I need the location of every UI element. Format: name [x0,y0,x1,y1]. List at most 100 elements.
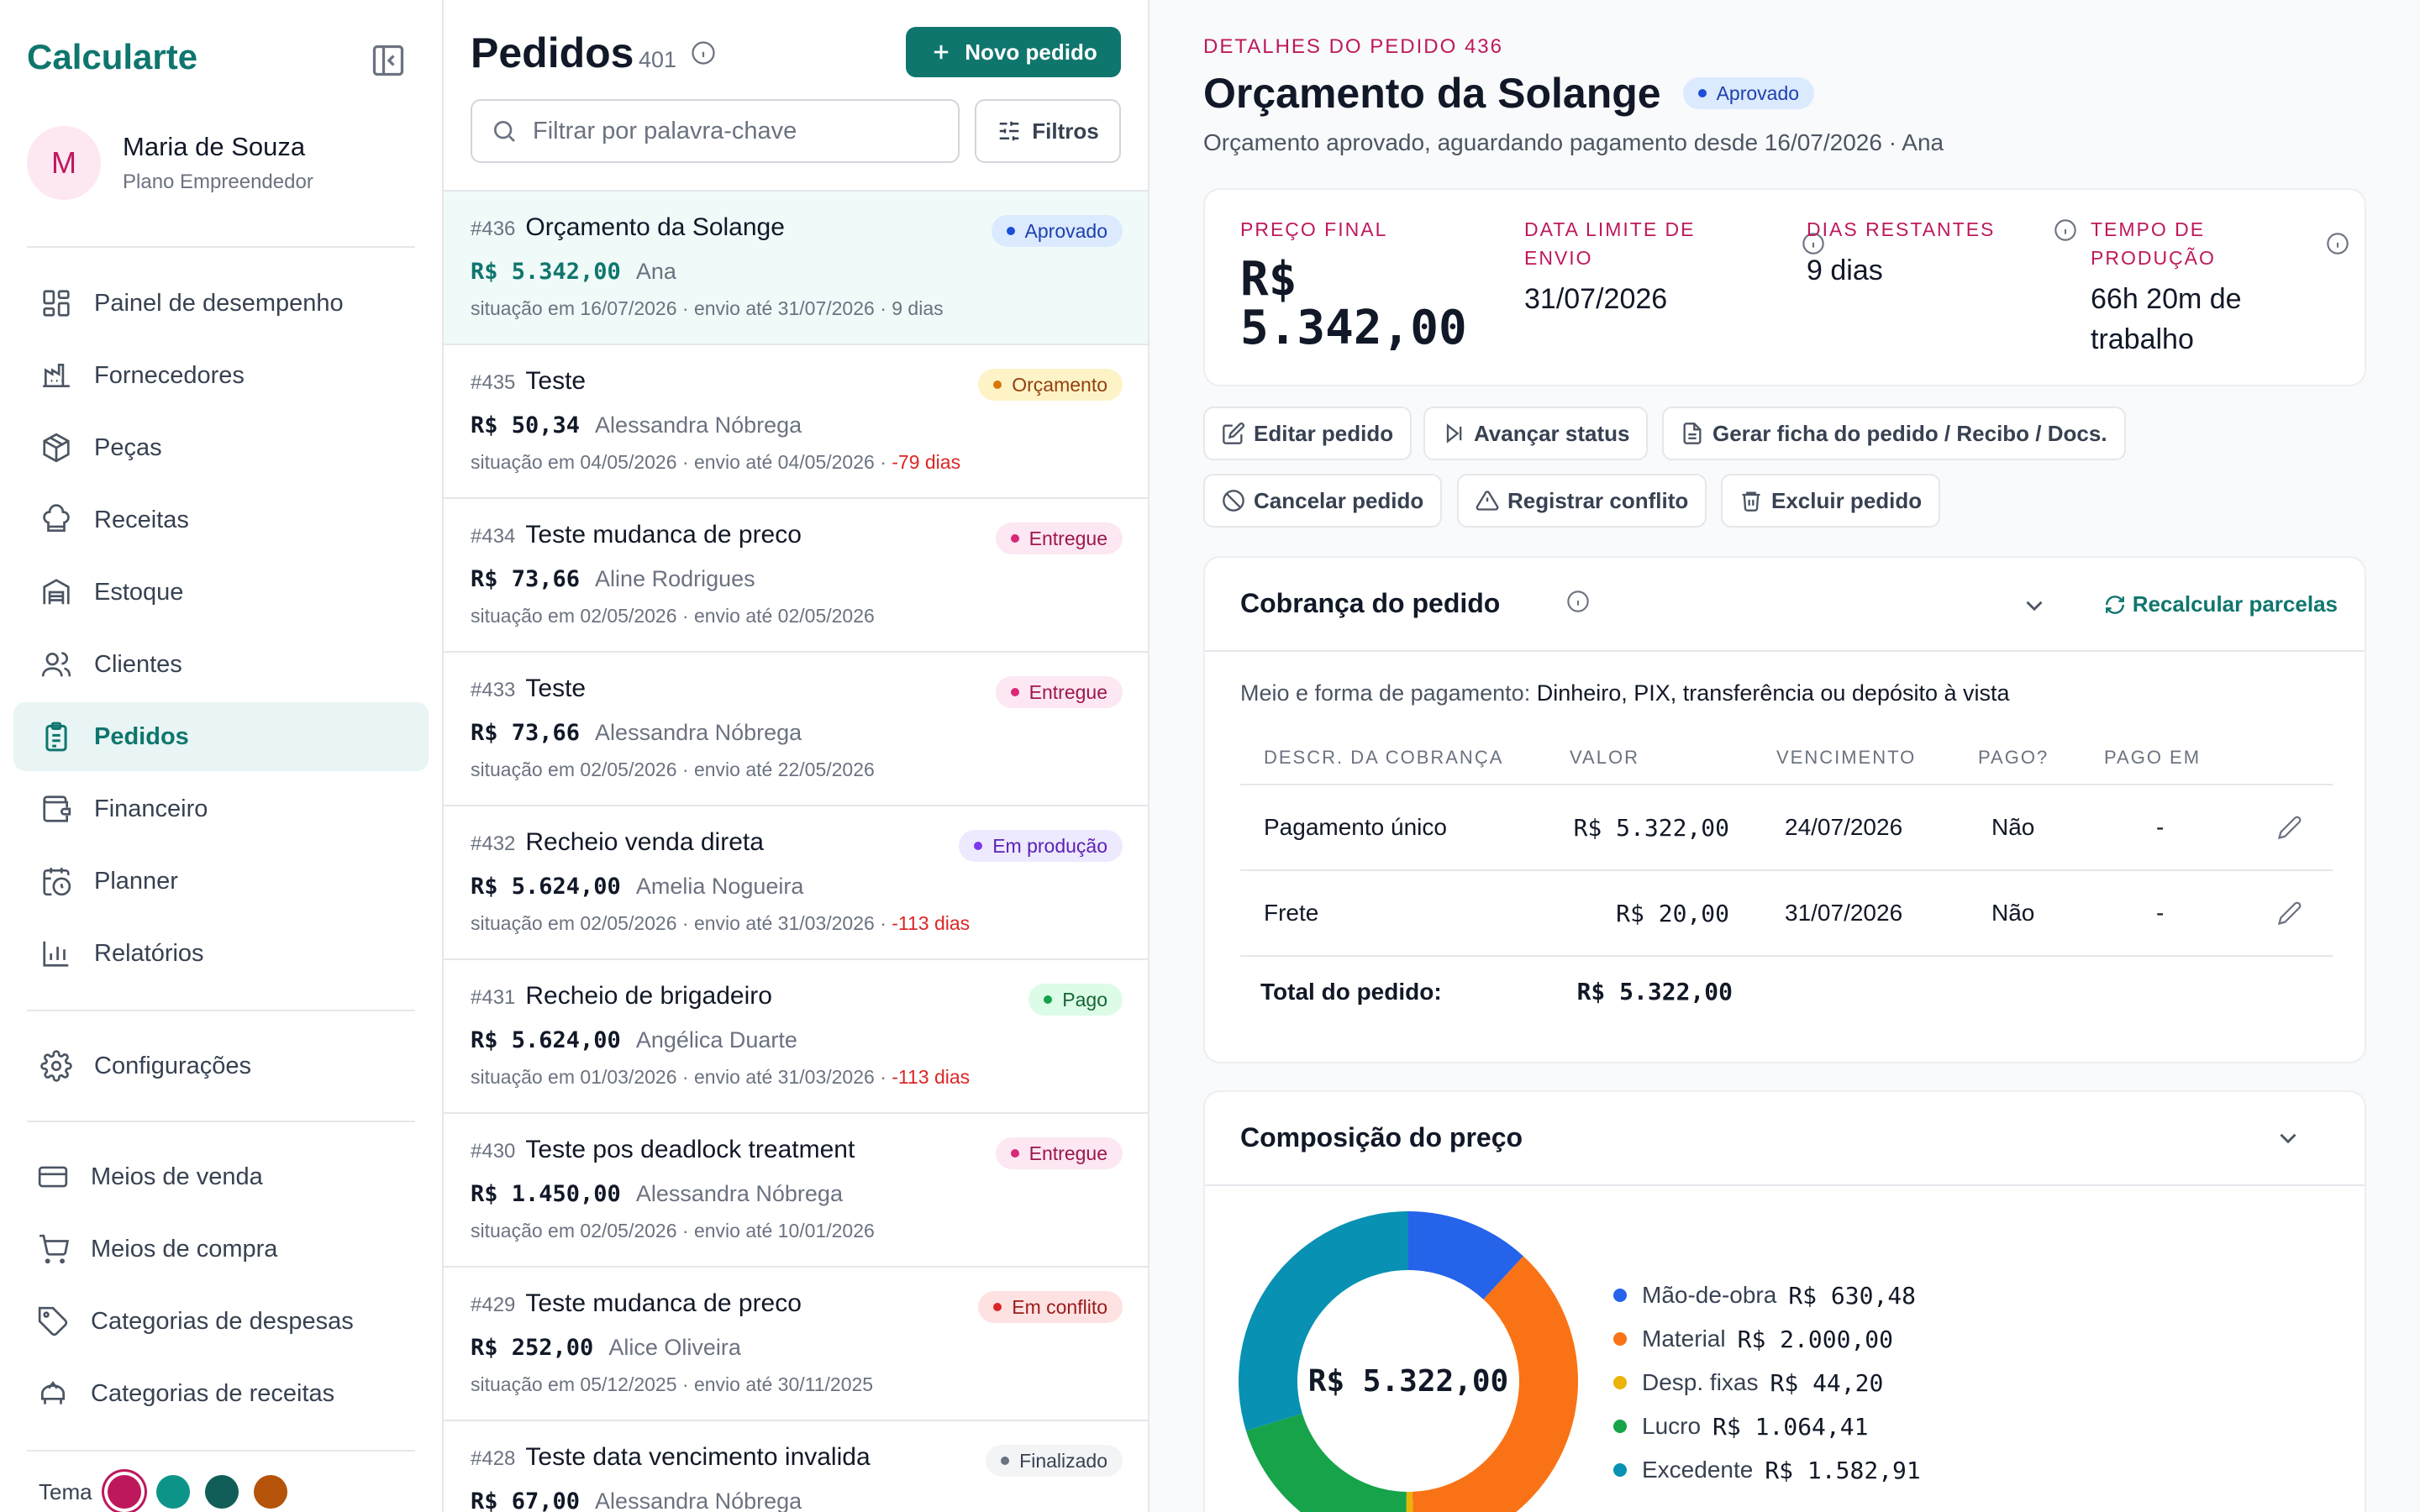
order-number: #434 [471,525,516,548]
generate-docs-button[interactable]: Gerar ficha do pedido / Recibo / Docs. [1662,407,2126,460]
order-client: Alessandra Nóbrega [595,720,802,745]
sidebar-item-categorias-receitas[interactable]: Categorias de receitas [13,1359,429,1428]
edit-icon [1223,423,1244,444]
sidebar-item-clientes[interactable]: Clientes [13,630,429,699]
legend-swatch [1613,1289,1627,1302]
order-meta: situação em 02/05/2026 · envio até 31/03… [471,912,970,935]
delete-order-button[interactable]: Excluir pedido [1721,474,1941,528]
order-price-row: R$ 73,66 Alessandra Nóbrega [471,720,802,746]
divider [27,246,415,248]
metric-label: DIAS RESTANTES [1807,215,1995,244]
sidebar-item-receitas[interactable]: Receitas [13,486,429,554]
order-title: Recheio de brigadeiro [525,982,772,1010]
chevron-down-icon[interactable] [2274,1124,2302,1152]
cancel-order-button[interactable]: Cancelar pedido [1203,474,1443,528]
clipboard-list-icon [45,722,67,752]
section-title: Composição do preço [1240,1122,1523,1152]
order-title: Orçamento da Solange [1203,70,1661,117]
order-list-item[interactable]: #432 Recheio venda direta Em produção R$ 5.… [444,806,1148,960]
sidebar-item-painel[interactable]: Painel de desempenho [13,269,429,338]
sidebar-item-pedidos[interactable]: Pedidos [13,702,429,771]
sidebar-item-estoque[interactable]: Estoque [13,558,429,627]
new-order-button[interactable]: Novo pedido [906,27,1121,77]
filters-label: Filtros [1032,118,1099,144]
sidebar-item-categorias-despesas[interactable]: Categorias de despesas [13,1287,429,1356]
legend-label: Material [1642,1326,1726,1352]
advance-status-button[interactable]: Avançar status [1423,407,1649,460]
plus-icon [934,45,949,60]
order-client: Angélica Duarte [635,1027,797,1053]
brand-logo[interactable]: Calcularte [27,37,197,77]
status-label: Aprovado [1716,81,1800,104]
status-badge: Em produção [959,830,1123,862]
recalculate-installments-button[interactable]: Recalcular parcelas [2104,591,2338,617]
sidebar-item-pecas[interactable]: Peças [13,413,429,482]
order-meta: situação em 16/07/2026 · envio até 31/07… [471,297,944,320]
cell-paid: Não [1954,870,2081,957]
sidebar-item-relatorios[interactable]: Relatórios [13,919,429,988]
search-input[interactable] [533,117,936,145]
column-header: DESCR. DA COBRANÇA [1240,731,1546,785]
info-icon[interactable] [2326,232,2349,255]
status-badge: Entregue [995,676,1123,708]
chevron-down-icon[interactable] [2020,591,2049,620]
theme-swatch-dark-teal[interactable] [204,1475,239,1509]
status-dot [1044,995,1053,1004]
order-list-item[interactable]: #436 Orçamento da Solange Aprovado R$ 5.342… [444,192,1148,345]
billing-header[interactable]: Cobrança do pedido Recalcular parcelas [1205,558,2365,652]
search-box[interactable] [471,99,960,163]
order-list-item[interactable]: #428 Teste data vencimento invalida Finali… [444,1421,1148,1512]
collapse-sidebar-icon[interactable] [370,42,407,79]
theme-swatch-teal[interactable] [155,1475,190,1509]
order-list-item[interactable]: #434 Teste mudanca de preco Entregue R$ 73,… [444,499,1148,653]
final-price-currency: R$ [1240,252,1297,307]
order-client: Amelia Nogueira [635,874,804,899]
sidebar-item-fornecedores[interactable]: Fornecedores [13,341,429,410]
donut-center-total: R$ 5.322,00 [1307,1363,1509,1399]
theme-swatch-pink[interactable] [107,1475,141,1509]
sidebar-item-planner[interactable]: Planner [13,847,429,916]
status-label: Pago [1062,988,1107,1011]
edit-order-button[interactable]: Editar pedido [1203,407,1413,460]
column-header: PAGO? [1954,731,2081,785]
status-dot [1697,89,1707,97]
legend-label: Mão-de-obra [1642,1282,1777,1308]
sidebar-item-meios-venda[interactable]: Meios de venda [13,1142,429,1211]
order-list-item[interactable]: #429 Teste mudanca de preco Em conflito R$ … [444,1268,1148,1421]
status-badge: Pago [1028,984,1123,1016]
order-list-item[interactable]: #435 Teste Orçamento R$ 50,34 Alessandra Nób… [444,345,1148,499]
sidebar-item-meios-compra[interactable]: Meios de compra [13,1215,429,1284]
user-profile[interactable]: M Maria de Souza Plano Empreendedor [27,126,313,200]
order-list-item[interactable]: #431 Recheio de brigadeiro Pago R$ 5.624,00… [444,960,1148,1114]
filters-button[interactable]: Filtros [975,99,1121,163]
status-label: Entregue [1028,527,1107,549]
payment-label: Meio e forma de pagamento: [1240,680,1531,706]
order-list-item[interactable]: #433 Teste Entregue R$ 73,66 Alessandra Nóbr… [444,653,1148,806]
sidebar-item-configuracoes[interactable]: Configurações [13,1032,429,1100]
production-value-line: 66h 20m de [2091,283,2242,315]
status-badge: Aprovado [1682,77,1815,109]
info-icon[interactable] [691,40,716,66]
metric-label: TEMPO DE PRODUÇÃO [2091,215,2242,272]
users-icon [41,652,71,677]
status-badge: Entregue [995,1137,1123,1169]
sidebar-item-financeiro[interactable]: Financeiro [13,774,429,843]
status-label: Entregue [1028,680,1107,703]
order-heading: #433 Teste [471,675,586,703]
trash-icon [1742,491,1760,512]
info-icon[interactable] [2054,218,2077,242]
cell-actions [2249,870,2333,957]
info-icon[interactable] [1566,590,1590,613]
theme-swatch-amber[interactable] [253,1475,287,1509]
order-title: Teste pos deadlock treatment [525,1136,855,1163]
calendar-clock-icon [43,868,71,896]
theme-picker: Tema [39,1475,287,1509]
sidebar-item-label: Meios de venda [91,1163,263,1190]
table-row: Frete R$ 20,00 31/07/2026 Não - [1240,870,2333,957]
composition-header[interactable]: Composição do preço [1205,1092,2365,1186]
register-conflict-button[interactable]: Registrar conflito [1457,474,1707,528]
pencil-icon[interactable] [2277,815,2302,840]
details-kicker: DETALHES DO PEDIDO 436 [1203,35,1503,58]
pencil-icon[interactable] [2277,900,2302,926]
order-list-item[interactable]: #430 Teste pos deadlock treatment Entregue… [444,1114,1148,1268]
